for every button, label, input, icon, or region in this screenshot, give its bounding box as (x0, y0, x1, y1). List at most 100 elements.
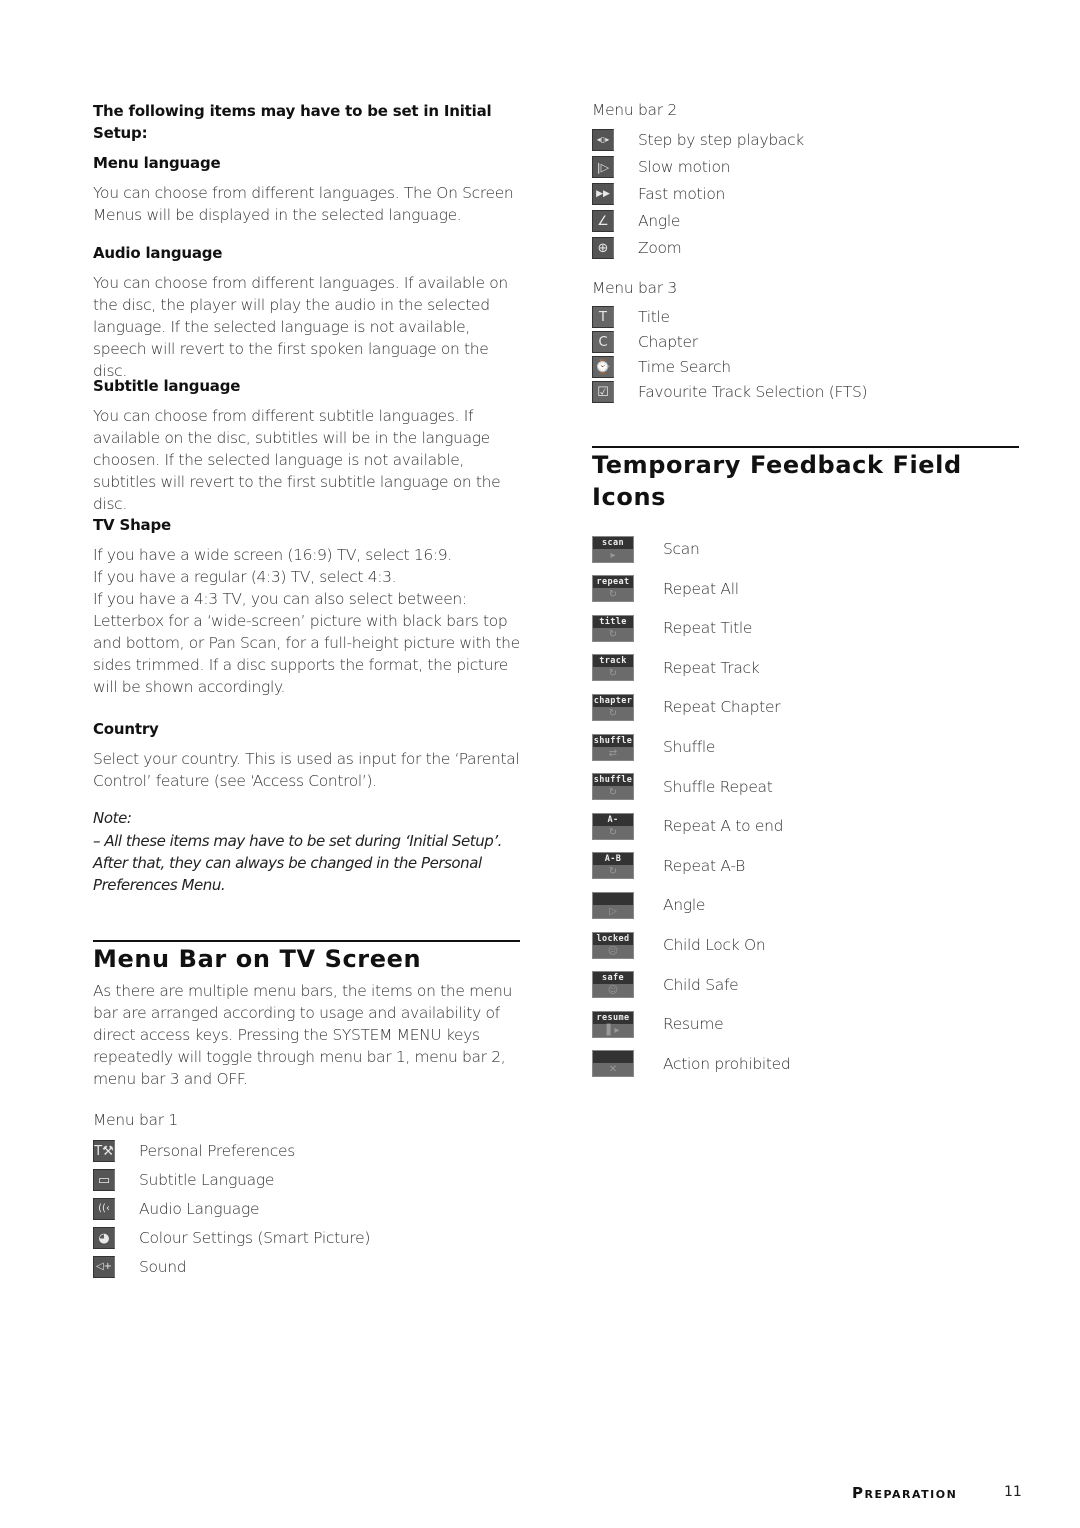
angle-feedback-icon: ▷ (592, 891, 634, 919)
shuffle-icon: shuffle ⇄ (592, 733, 634, 761)
item-label: Shuffle (663, 738, 716, 756)
list-item: ⌚ Time Search (592, 354, 731, 380)
item-label: Sound (139, 1258, 187, 1276)
icon-glyph: ☺ (593, 984, 633, 998)
icon-glyph: ↻ (593, 825, 633, 839)
icon-tag: safe (593, 972, 633, 985)
list-item: repeat ↻ Repeat All (592, 574, 739, 604)
list-item: shuffle ↻ Shuffle Repeat (592, 772, 773, 802)
list-item: ▭ Subtitle Language (93, 1167, 274, 1193)
child-safe-icon: safe ☺ (592, 971, 634, 999)
list-item: scan ▸ Scan (592, 534, 700, 564)
icon-glyph: ☹ (593, 944, 633, 958)
child-lock-icon: locked ☹ (592, 931, 634, 959)
list-item: ◁+ Sound (93, 1254, 187, 1280)
item-label: Fast motion (638, 185, 726, 203)
tv-shape-line-3: If you have a 4:3 TV, you can also selec… (93, 590, 520, 696)
list-item: |▷ Slow motion (592, 154, 731, 180)
icon-glyph: ↻ (593, 786, 633, 800)
list-item: A-B ↻ Repeat A-B (592, 851, 745, 881)
icon-tag: repeat (593, 576, 633, 589)
repeat-a-to-end-icon: A- ↻ (592, 812, 634, 840)
list-item: shuffle ⇄ Shuffle (592, 732, 715, 762)
title-icon: T (592, 306, 614, 328)
item-label: Repeat Chapter (663, 698, 781, 717)
footer-section: Preparation (852, 1484, 958, 1502)
list-item: A- ↻ Repeat A to end (592, 811, 784, 841)
item-label: Action prohibited (663, 1054, 791, 1073)
sound-icon: ◁+ (93, 1256, 115, 1278)
item-label: Angle (663, 896, 706, 915)
icon-glyph: ▷ (593, 904, 633, 918)
item-label: Child Lock On (663, 936, 766, 954)
feedback-heading: Temporary Feedback Field Icons (592, 446, 1019, 513)
repeat-all-icon: repeat ↻ (592, 575, 634, 603)
item-label: Step by step playback (638, 131, 804, 149)
shuffle-repeat-icon: shuffle ↻ (592, 773, 634, 801)
page-number: 11 (1004, 1484, 1022, 1500)
item-label: Title (638, 308, 670, 326)
heading-tv-shape: TV Shape (93, 516, 171, 534)
icon-tag (593, 1051, 633, 1064)
list-item: ✕ Action prohibited (592, 1049, 791, 1079)
list-item: chapter ↻ Repeat Chapter (592, 692, 781, 722)
personal-preferences-icon: T⚒ (93, 1140, 115, 1162)
icon-tag (593, 892, 633, 905)
item-label: Repeat A-B (663, 856, 745, 875)
item-label: Repeat Track (663, 658, 760, 677)
item-label: Resume (663, 1015, 724, 1034)
list-item: ∠ Angle (592, 208, 680, 234)
chapter-icon: C (592, 331, 614, 353)
icon-tag: shuffle (593, 734, 633, 747)
menu-bar-3-title: Menu bar 3 (592, 279, 677, 297)
icon-tag: track (593, 655, 633, 668)
list-item: title ↻ Repeat Title (592, 613, 752, 643)
icon-tag: A- (593, 813, 633, 826)
audio-language-text: You can choose from different languages.… (93, 274, 508, 380)
list-item: T⚒ Personal Preferences (93, 1138, 295, 1164)
icon-glyph: ↻ (593, 667, 633, 681)
list-item: ◕ Colour Settings (Smart Picture) (93, 1225, 370, 1251)
menu-language-text: You can choose from different languages.… (93, 184, 514, 224)
list-item: ▶▶ Fast motion (592, 181, 725, 207)
icon-tag: scan (593, 536, 633, 549)
colour-settings-icon: ◕ (93, 1227, 115, 1249)
icon-glyph: ↻ (593, 865, 633, 879)
item-label: Favourite Track Selection (FTS) (638, 383, 868, 401)
icon-glyph: ▸ (593, 548, 633, 562)
icon-glyph: ↻ (593, 627, 633, 641)
icon-glyph: ✕ (593, 1063, 633, 1077)
item-label: Repeat A to end (663, 817, 784, 836)
note-label: Note: (93, 809, 132, 827)
list-item: ▷ Angle (592, 890, 705, 920)
list-item: ((‹ Audio Language (93, 1196, 260, 1222)
menu-bar-1-title: Menu bar 1 (93, 1111, 178, 1129)
menu-bar-text: As there are multiple menu bars, the ite… (93, 982, 512, 1088)
intro-text: The following items may have to be set i… (93, 102, 492, 142)
item-label: Shuffle Repeat (663, 777, 773, 796)
item-label: Zoom (638, 239, 682, 257)
item-label: Chapter (638, 333, 698, 351)
heading-menu-language: Menu language (93, 154, 221, 172)
list-item: ◂▯▸ Step by step playback (592, 127, 804, 153)
resume-icon: resume ▌▸ (592, 1010, 634, 1038)
icon-tag: chapter (593, 694, 633, 707)
time-search-icon: ⌚ (592, 356, 614, 378)
fast-motion-icon: ▶▶ (592, 183, 614, 205)
item-label: Child Safe (663, 975, 739, 994)
list-item: ⊕ Zoom (592, 235, 682, 261)
scan-icon: scan ▸ (592, 535, 634, 563)
tv-shape-line-2: If you have a regular (4:3) TV, select 4… (93, 568, 397, 586)
item-label: Colour Settings (Smart Picture) (139, 1229, 371, 1247)
menu-bar-2-title: Menu bar 2 (592, 101, 677, 119)
list-item: T Title (592, 304, 670, 330)
subtitle-language-icon: ▭ (93, 1169, 115, 1191)
item-label: Audio Language (139, 1200, 260, 1218)
zoom-icon: ⊕ (592, 237, 614, 259)
country-text: Select your country. This is used as inp… (93, 750, 520, 790)
icon-tag: resume (593, 1011, 633, 1024)
action-prohibited-icon: ✕ (592, 1050, 634, 1078)
item-label: Subtitle Language (139, 1171, 275, 1189)
list-item: resume ▌▸ Resume (592, 1009, 724, 1039)
item-label: Time Search (638, 358, 731, 376)
